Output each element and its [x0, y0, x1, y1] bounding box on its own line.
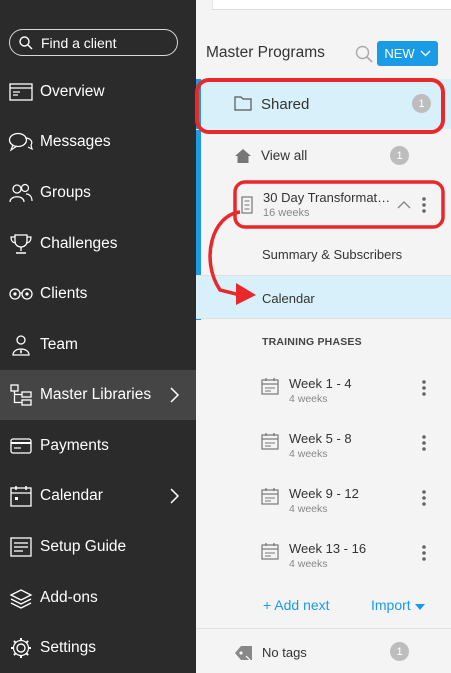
caret-down-icon	[414, 604, 425, 610]
trophy-icon	[8, 231, 34, 257]
add-next-button[interactable]: + Add next	[263, 597, 330, 613]
sidebar-item-add-ons[interactable]: Add-ons	[0, 573, 196, 623]
sidebar-item-label: Challenges	[40, 235, 118, 252]
summary-subscribers-item[interactable]: Summary & Subscribers	[196, 238, 451, 274]
sidebar-item-calendar[interactable]: Calendar	[0, 471, 196, 521]
sidebar-item-messages[interactable]: Messages	[0, 117, 196, 167]
sidebar-item-challenges[interactable]: Challenges	[0, 219, 196, 269]
sidebar-item-label: Master Libraries	[40, 386, 152, 403]
calendar-item[interactable]: Calendar	[196, 275, 451, 319]
phase-item[interactable]: Week 5 - 8 4 weeks	[196, 431, 451, 475]
groups-icon	[8, 180, 34, 206]
phase-item[interactable]: Week 1 - 4 4 weeks	[196, 376, 451, 420]
sidebar-item-label: Settings	[40, 639, 97, 656]
folder-icon	[234, 96, 252, 111]
sidebar-item-label: Calendar	[40, 487, 103, 504]
client-search-placeholder: Find a client	[41, 34, 117, 51]
setup-guide-icon	[8, 534, 34, 560]
sidebar-item-label: Groups	[40, 184, 91, 201]
view-all-count-badge: 1	[390, 146, 409, 165]
summary-subscribers-label: Summary & Subscribers	[262, 247, 403, 262]
master-programs-panel: Master Programs NEW Shared 1 View all 1 …	[196, 0, 451, 673]
sidebar-item-label: Add-ons	[40, 589, 98, 606]
view-all-item[interactable]: View all 1	[196, 139, 451, 173]
client-search-input[interactable]: Find a client	[9, 29, 178, 56]
more-options-icon[interactable]	[421, 544, 427, 562]
phase-name: Week 1 - 4	[289, 376, 352, 391]
phase-calendar-icon	[261, 543, 279, 560]
phase-calendar-icon	[261, 488, 279, 505]
top-divider	[212, 0, 451, 10]
chevron-right-icon	[170, 488, 180, 504]
libraries-icon	[8, 382, 34, 408]
sidebar-item-clients[interactable]: Clients	[0, 269, 196, 319]
phase-duration: 4 weeks	[289, 393, 328, 405]
chevron-right-icon	[170, 387, 180, 403]
program-icon	[241, 196, 253, 214]
sidebar-item-setup-guide[interactable]: Setup Guide	[0, 522, 196, 572]
no-tags-label: No tags	[262, 645, 307, 660]
more-options-icon[interactable]	[421, 196, 427, 214]
new-button-label: NEW	[384, 46, 415, 61]
sidebar-item-label: Messages	[40, 133, 111, 150]
phase-duration: 4 weeks	[289, 558, 328, 570]
selection-indicator	[196, 79, 201, 129]
sidebar-item-payments[interactable]: Payments	[0, 421, 196, 471]
chevron-down-icon	[420, 50, 431, 57]
sidebar-item-master-libraries[interactable]: Master Libraries	[0, 370, 196, 420]
sidebar-item-overview[interactable]: Overview	[0, 67, 196, 117]
phase-name: Week 13 - 16	[289, 541, 367, 556]
training-phases-heading: TRAINING PHASES	[262, 336, 362, 348]
team-icon	[8, 332, 34, 358]
phase-calendar-icon	[261, 378, 279, 395]
calendar-icon	[8, 483, 34, 509]
search-icon	[19, 35, 33, 50]
chevron-up-icon[interactable]	[397, 200, 411, 209]
phase-item[interactable]: Week 13 - 16 4 weeks	[196, 541, 451, 585]
new-button[interactable]: NEW	[377, 41, 438, 66]
import-button[interactable]: Import	[371, 597, 425, 613]
phase-name: Week 5 - 8	[289, 431, 352, 446]
sidebar-item-label: Clients	[40, 285, 88, 302]
sidebar-item-label: Payments	[40, 437, 109, 454]
program-name: 30 Day Transformation	[263, 190, 393, 205]
tag-icon	[235, 646, 252, 661]
more-options-icon[interactable]	[421, 489, 427, 507]
home-icon	[235, 149, 251, 163]
sidebar-item-label: Overview	[40, 83, 105, 100]
phase-duration: 4 weeks	[289, 448, 328, 460]
sidebar: Find a client Overview Messages Groups C…	[0, 0, 196, 673]
view-all-label: View all	[261, 148, 308, 163]
shared-folder[interactable]: Shared 1	[196, 79, 451, 129]
sidebar-item-settings[interactable]: Settings	[0, 623, 196, 673]
no-tags-item[interactable]: No tags 1	[196, 628, 451, 673]
no-tags-count-badge: 1	[390, 642, 409, 661]
phase-duration: 4 weeks	[289, 503, 328, 515]
phase-item[interactable]: Week 9 - 12 4 weeks	[196, 486, 451, 530]
payments-icon	[8, 433, 34, 459]
add-ons-icon	[8, 585, 34, 611]
program-item[interactable]: 30 Day Transformation 16 weeks	[196, 182, 451, 232]
phase-calendar-icon	[261, 433, 279, 450]
messages-icon	[8, 129, 34, 155]
clients-icon	[8, 281, 34, 307]
sidebar-item-label: Team	[40, 336, 78, 353]
import-label: Import	[371, 597, 411, 613]
search-icon[interactable]	[355, 45, 373, 63]
program-duration: 16 weeks	[263, 207, 310, 219]
gear-icon	[8, 635, 34, 661]
sidebar-item-groups[interactable]: Groups	[0, 168, 196, 218]
shared-label: Shared	[261, 96, 310, 113]
overview-icon	[8, 79, 34, 105]
more-options-icon[interactable]	[421, 379, 427, 397]
sidebar-item-label: Setup Guide	[40, 538, 127, 555]
sidebar-item-team[interactable]: Team	[0, 320, 196, 370]
shared-count-badge: 1	[412, 94, 431, 113]
phase-name: Week 9 - 12	[289, 486, 359, 501]
more-options-icon[interactable]	[421, 434, 427, 452]
panel-title: Master Programs	[206, 44, 325, 61]
calendar-label: Calendar	[262, 291, 315, 306]
